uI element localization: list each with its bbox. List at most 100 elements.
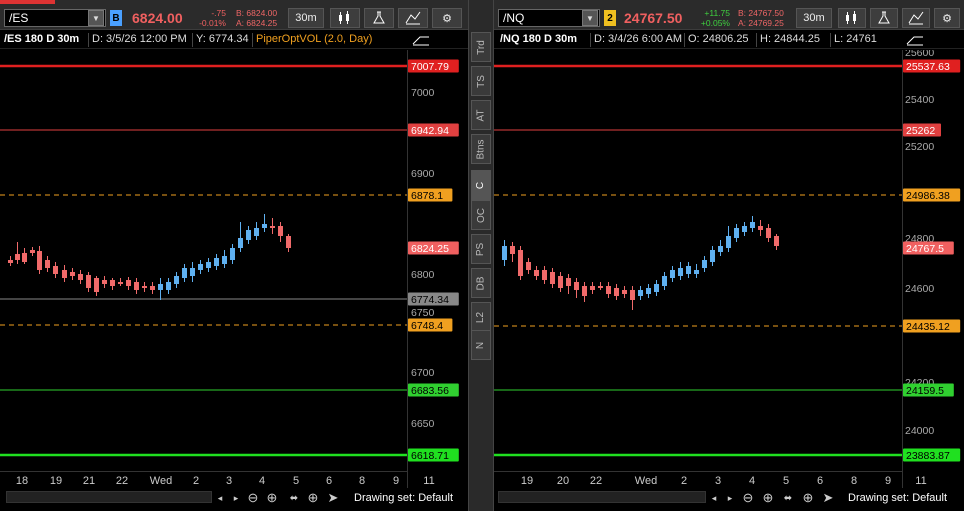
- plot-background: [0, 50, 407, 488]
- candle-body: [86, 275, 91, 288]
- scroll-right-icon[interactable]: ▸: [722, 490, 738, 506]
- time-axis-label: 4: [259, 475, 265, 487]
- aggregation-button[interactable]: 30m: [288, 8, 324, 28]
- level-price-label: 6878.1: [411, 190, 443, 202]
- bid-value: B: 24767.50: [738, 8, 784, 18]
- settings-button[interactable]: ⚙: [432, 8, 462, 28]
- active-tab-indicator: [0, 0, 55, 4]
- price-change: +11.75 +0.05%: [694, 8, 730, 28]
- zoom-out-icon[interactable]: ⊖: [740, 490, 756, 506]
- aggregation-button[interactable]: 30m: [796, 8, 832, 28]
- side-tab-db[interactable]: DB: [471, 268, 491, 298]
- candle-body: [150, 286, 155, 290]
- candle-body: [686, 266, 691, 274]
- flask-icon: [878, 11, 890, 24]
- low-value: L: 24761: [834, 33, 877, 45]
- chart-style-button[interactable]: [330, 8, 360, 28]
- toolbar-nq: /NQ ▼ 2 24767.50 +11.75 +0.05% B: 24767.…: [494, 0, 964, 30]
- link-badge[interactable]: 2: [604, 10, 616, 26]
- time-axis-label: 6: [817, 475, 823, 487]
- crosshair-icon[interactable]: ⊕: [305, 490, 321, 506]
- candle-body: [542, 270, 547, 280]
- side-tab-label: C: [475, 181, 487, 189]
- studies-button[interactable]: [364, 8, 394, 28]
- side-tab-label: DB: [475, 276, 487, 290]
- candle-body: [110, 280, 115, 286]
- time-scrollbar[interactable]: [498, 491, 706, 503]
- time-scrollbar[interactable]: [6, 491, 212, 503]
- study-label[interactable]: PiperOptVOL (2.0, Day): [256, 33, 372, 45]
- drawing-tool-icon: [405, 11, 421, 25]
- drawing-set-label[interactable]: Drawing set: Default: [354, 492, 453, 504]
- aggregation-label: 30m: [803, 12, 825, 24]
- side-tab-at[interactable]: AT: [471, 100, 491, 130]
- scroll-left-icon[interactable]: ◂: [706, 490, 722, 506]
- link-badge[interactable]: B: [110, 10, 122, 26]
- crosshair-icon[interactable]: ⊕: [800, 490, 816, 506]
- candle-body: [174, 276, 179, 284]
- pointer-icon[interactable]: ➤: [820, 490, 836, 506]
- candle-body: [126, 280, 131, 286]
- symbol-dropdown-button[interactable]: ▼: [88, 10, 104, 26]
- side-tab-ps[interactable]: PS: [471, 234, 491, 264]
- candle-body: [510, 246, 515, 254]
- last-price: 6824.00: [132, 10, 183, 26]
- cursor-y: Y: 6774.34: [196, 33, 249, 45]
- price-axis-tick: 24000: [905, 425, 934, 437]
- candle-body: [142, 286, 147, 288]
- ask-value: A: 6824.25: [236, 18, 278, 28]
- price-axis-tick: 6800: [411, 269, 435, 281]
- side-tab-n[interactable]: N: [471, 330, 491, 360]
- zoom-tool-icon[interactable]: ⬌: [286, 490, 302, 506]
- zoom-tool-icon[interactable]: ⬌: [780, 490, 796, 506]
- drawings-button[interactable]: [902, 8, 930, 28]
- candle-body: [254, 228, 259, 236]
- header-separator: [252, 33, 253, 47]
- side-tab-l2[interactable]: L2: [471, 302, 491, 332]
- drawings-button[interactable]: [398, 8, 428, 28]
- side-tab-ts[interactable]: TS: [471, 66, 491, 96]
- side-tab-label: AT: [475, 108, 487, 122]
- scroll-right-icon[interactable]: ▸: [228, 490, 244, 506]
- side-tab-c[interactable]: C: [471, 170, 491, 200]
- chart-style-button[interactable]: [838, 8, 866, 28]
- candle-body: [182, 268, 187, 278]
- chart-title: /NQ 180 D 30m: [500, 33, 578, 45]
- level-price-label: 6774.34: [411, 294, 449, 306]
- zoom-in-icon[interactable]: ⊕: [264, 490, 280, 506]
- side-tab-trd[interactable]: Trd: [471, 32, 491, 62]
- side-tab-label: L2: [475, 311, 487, 323]
- candle-body: [718, 246, 723, 252]
- time-axis-label: 22: [590, 475, 602, 487]
- candle-body: [702, 260, 707, 268]
- candle-body: [582, 286, 587, 296]
- side-tab-oc[interactable]: OC: [471, 200, 491, 230]
- price-chart-nq[interactable]: 2560025400252002480024600242002400025537…: [494, 50, 964, 488]
- time-axis-label: 3: [715, 475, 721, 487]
- pointer-icon[interactable]: ➤: [325, 490, 341, 506]
- level-price-label: 24986.38: [906, 190, 950, 202]
- candle-body: [766, 228, 771, 238]
- candle-body: [726, 236, 731, 248]
- studies-button[interactable]: [870, 8, 898, 28]
- drawing-set-label[interactable]: Drawing set: Default: [848, 492, 947, 504]
- symbol-dropdown-button[interactable]: ▼: [582, 10, 598, 26]
- drawing-toggle[interactable]: [904, 32, 926, 48]
- price-chart-es[interactable]: 700069506900685068006750670066507007.796…: [0, 50, 468, 488]
- zoom-out-icon[interactable]: ⊖: [245, 490, 261, 506]
- zoom-in-icon[interactable]: ⊕: [760, 490, 776, 506]
- candle-body: [614, 288, 619, 296]
- candle-body: [646, 288, 651, 294]
- candle-body: [518, 250, 523, 276]
- drawing-toggle[interactable]: [410, 32, 432, 48]
- candle-body: [238, 238, 243, 248]
- time-axis-label: 21: [83, 475, 95, 487]
- drawing-tool-icon: [908, 11, 924, 25]
- level-price-label: 23883.87: [906, 450, 950, 462]
- side-tab-btns[interactable]: Btns: [471, 134, 491, 164]
- settings-button[interactable]: ⚙: [934, 8, 960, 28]
- scroll-left-icon[interactable]: ◂: [212, 490, 228, 506]
- level-price-label: 6618.71: [411, 450, 449, 462]
- candle-body: [662, 276, 667, 286]
- candle-body: [502, 246, 507, 260]
